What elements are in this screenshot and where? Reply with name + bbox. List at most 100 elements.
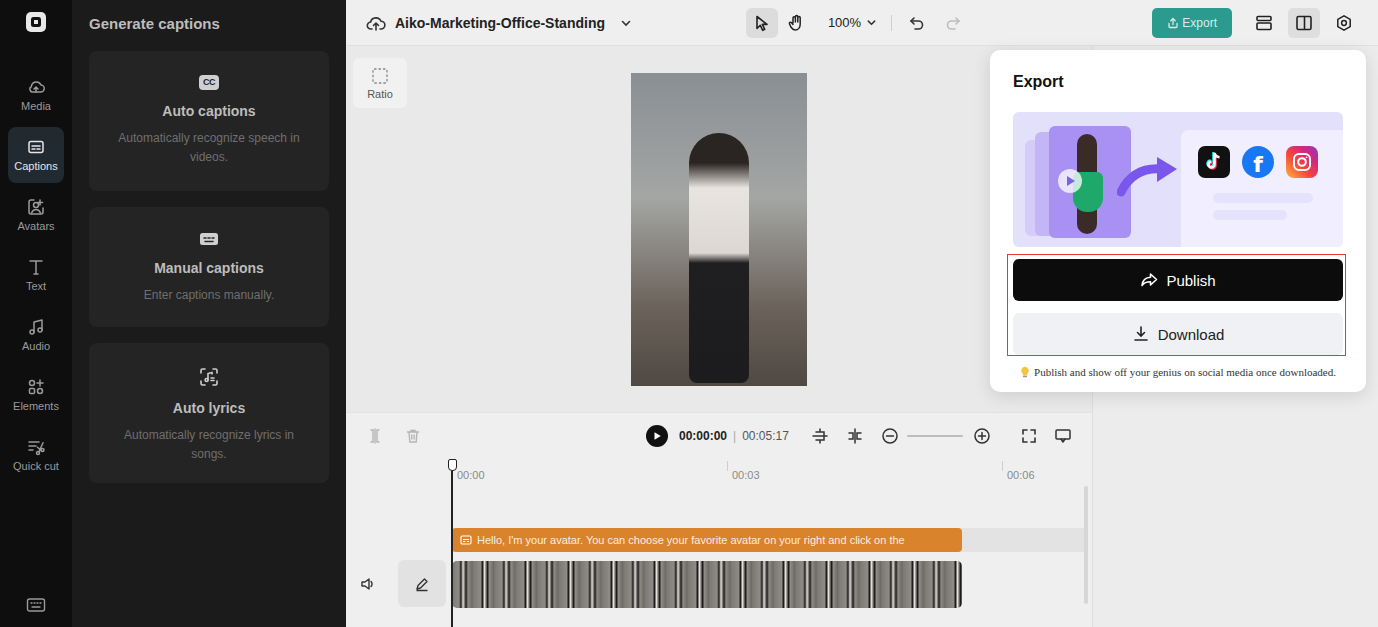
facebook-icon: f bbox=[1242, 146, 1274, 178]
social-panel: f bbox=[1181, 130, 1343, 247]
timeline-scrollbar[interactable] bbox=[1084, 486, 1088, 604]
lightbulb-icon bbox=[1020, 366, 1030, 378]
rail-item[interactable]: Text bbox=[8, 247, 64, 303]
rail-label: Audio bbox=[22, 340, 50, 353]
captions-panel: Generate captions CCAuto captionsAutomati… bbox=[72, 0, 346, 627]
instagram-icon bbox=[1286, 146, 1318, 178]
keyboard-caption-icon bbox=[199, 231, 219, 247]
rail-item[interactable]: Media bbox=[8, 67, 64, 123]
tip: Publish and show off your genius on soci… bbox=[1013, 366, 1343, 378]
download-icon bbox=[1132, 325, 1150, 343]
rail-label: Elements bbox=[13, 400, 59, 413]
publish-illustration: f bbox=[1013, 112, 1343, 247]
card-description: Automatically recognize lyrics in songs. bbox=[107, 426, 311, 464]
publish-button[interactable]: Publish bbox=[1013, 259, 1343, 301]
rail-label: Avatars bbox=[17, 220, 54, 233]
ratio-label: Ratio bbox=[367, 88, 393, 100]
captions-icon bbox=[26, 137, 46, 157]
highlight-box: Publish Download bbox=[1007, 254, 1346, 356]
avatar-figure bbox=[689, 133, 749, 383]
caption-option-card[interactable]: Auto lyrics Automatically recognize lyric… bbox=[89, 343, 329, 483]
caption-clip[interactable]: Hello, I'm your avatar. You can choose y… bbox=[452, 528, 962, 552]
panel-title: Generate captions bbox=[89, 15, 329, 33]
caption-option-card[interactable]: CCAuto captionsAutomatically recognize s… bbox=[89, 51, 329, 191]
play-icon bbox=[1057, 168, 1083, 194]
ruler-label: 00:06 bbox=[1007, 461, 1277, 482]
link-icon[interactable] bbox=[846, 427, 864, 445]
audio-icon bbox=[26, 317, 46, 337]
chevron-down-icon[interactable] bbox=[620, 17, 632, 29]
zoom-in-icon[interactable] bbox=[973, 427, 991, 445]
ratio-button[interactable]: Ratio bbox=[353, 58, 407, 108]
layers-icon bbox=[1255, 14, 1273, 32]
rail-item[interactable]: Elements bbox=[8, 367, 64, 423]
export-button[interactable]: Export bbox=[1152, 8, 1232, 38]
ratio-icon bbox=[371, 67, 389, 85]
canvas: Ratio bbox=[346, 46, 1092, 412]
rail-item[interactable]: Captions bbox=[8, 127, 64, 183]
fullscreen-icon[interactable] bbox=[1021, 428, 1037, 444]
cc-icon: CC bbox=[199, 75, 219, 90]
snap-icon[interactable] bbox=[811, 427, 829, 445]
lyrics-icon bbox=[199, 367, 219, 387]
rail-item[interactable]: Avatars bbox=[8, 187, 64, 243]
cover-edit-button[interactable] bbox=[398, 560, 446, 607]
ruler-label: 00:03 bbox=[732, 461, 1002, 482]
ruler-tick: 00:00 bbox=[452, 461, 727, 471]
undo-button[interactable] bbox=[906, 15, 928, 31]
rail-item[interactable]: Quick cut bbox=[8, 427, 64, 483]
time-ruler: 00:0000:0300:06 bbox=[452, 459, 1084, 489]
canvas-tool[interactable] bbox=[746, 8, 778, 38]
timeline: 00:00:00|00:05:1700:0000:0300:06 Hello, I… bbox=[346, 412, 1092, 627]
video-card bbox=[1049, 126, 1131, 238]
timeline-zoom-slider[interactable] bbox=[907, 435, 963, 437]
pencil-icon bbox=[414, 576, 430, 592]
download-button[interactable]: Download bbox=[1013, 313, 1343, 355]
panel-button[interactable] bbox=[1288, 8, 1320, 38]
zoom-select[interactable]: 100% bbox=[828, 15, 877, 30]
action-label: Download bbox=[1158, 326, 1225, 343]
rail-item[interactable]: Audio bbox=[8, 307, 64, 363]
caption-option-card[interactable]: Manual captionsEnter captions manually. bbox=[89, 207, 329, 327]
playhead[interactable] bbox=[446, 459, 458, 627]
video-preview[interactable] bbox=[631, 73, 807, 386]
tracks: 00:0000:0300:06 Hello, I'm your avatar. Y… bbox=[452, 459, 1084, 627]
card-description: Enter captions manually. bbox=[144, 286, 275, 305]
card-title: Auto lyrics bbox=[173, 400, 245, 417]
quickcut-icon bbox=[26, 437, 46, 457]
zoom-out-icon[interactable] bbox=[881, 427, 899, 445]
video-track bbox=[452, 561, 1084, 608]
keyboard-icon[interactable] bbox=[26, 597, 46, 613]
redo-button[interactable] bbox=[942, 15, 964, 31]
logo-icon[interactable] bbox=[22, 8, 50, 36]
canvas-tool[interactable] bbox=[780, 8, 812, 38]
play-button[interactable] bbox=[646, 425, 668, 447]
cloud-upload-icon[interactable] bbox=[366, 14, 386, 32]
caption-track: Hello, I'm your avatar. You can choose y… bbox=[452, 528, 1084, 552]
volume-icon[interactable] bbox=[360, 576, 376, 592]
tip-text: Publish and show off your genius on soci… bbox=[1034, 366, 1336, 378]
settings-button[interactable] bbox=[1328, 8, 1360, 38]
divider bbox=[891, 15, 892, 31]
top-bar: Aiko-Marketing-Office-Standing 100% Export bbox=[346, 0, 1378, 46]
chevron-down-icon bbox=[866, 17, 877, 28]
trash-icon[interactable] bbox=[405, 428, 421, 444]
project-name[interactable]: Aiko-Marketing-Office-Standing bbox=[395, 15, 605, 31]
pointer-icon bbox=[753, 14, 771, 32]
zoom-value: 100% bbox=[828, 15, 861, 30]
layers-button[interactable] bbox=[1248, 8, 1280, 38]
editor-app: Media Captions Avatars Text Audio Elements Qui… bbox=[0, 0, 1378, 627]
export-dialog: ExportfPublishDownloadPublish and show o… bbox=[990, 50, 1366, 392]
rail-label: Captions bbox=[14, 160, 57, 173]
total-time: 00:05:17 bbox=[742, 429, 789, 443]
split-icon[interactable] bbox=[367, 428, 383, 444]
timeline-toolbar: 00:00:00|00:05:17 bbox=[346, 413, 1092, 459]
preview-screen-icon[interactable] bbox=[1054, 427, 1072, 445]
undo-icon bbox=[909, 15, 925, 31]
share-icon bbox=[1140, 271, 1158, 289]
track-headers bbox=[346, 459, 452, 627]
video-clip[interactable] bbox=[452, 561, 962, 608]
caption-icon bbox=[460, 534, 472, 546]
ruler-label: 00:00 bbox=[457, 461, 727, 482]
rail-label: Text bbox=[26, 280, 46, 293]
